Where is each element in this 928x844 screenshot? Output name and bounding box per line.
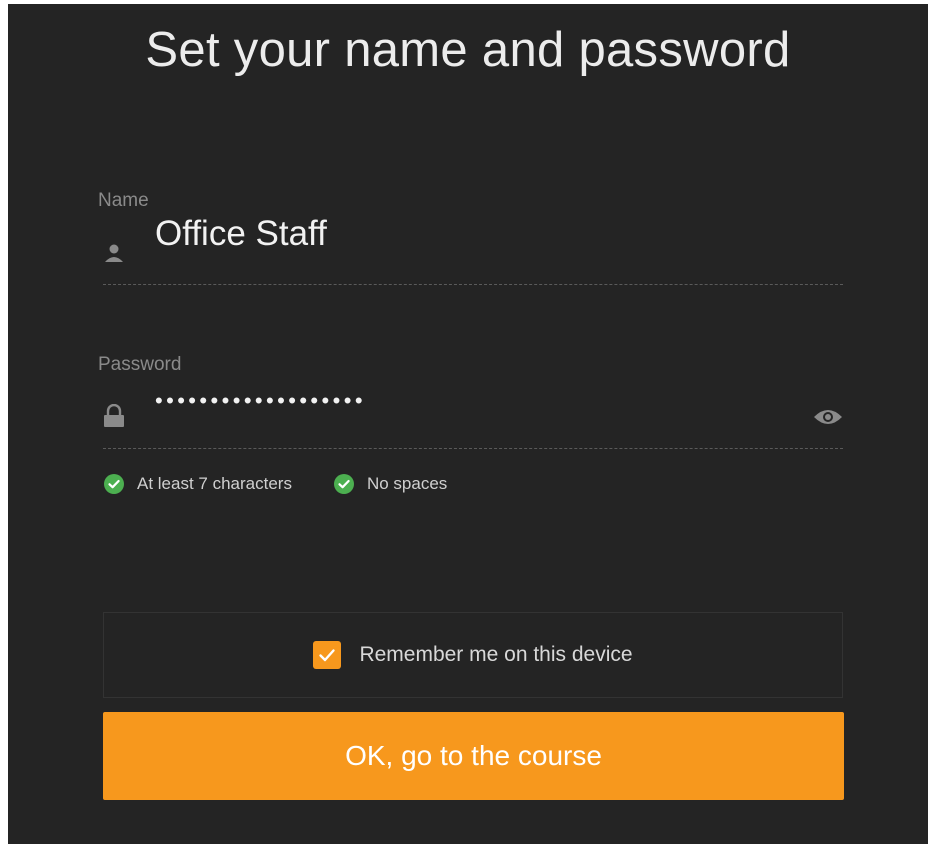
check-circle-icon — [104, 474, 124, 494]
page-title: Set your name and password — [145, 23, 791, 77]
check-circle-icon — [333, 474, 354, 494]
login-panel: Set your name and password Name Office S… — [8, 4, 928, 844]
rule-min-length: At least 7 characters — [104, 474, 292, 494]
password-rules: At least 7 characters No spaces — [104, 474, 447, 494]
person-icon — [103, 242, 125, 264]
password-label: Password — [98, 354, 182, 375]
lock-icon — [103, 403, 125, 427]
name-field[interactable]: Office Staff — [103, 214, 843, 285]
eye-icon[interactable] — [813, 406, 843, 428]
rule-label: No spaces — [366, 474, 448, 493]
ok-go-to-course-button[interactable]: OK, go to the course — [103, 712, 844, 800]
password-field[interactable]: ••••••••••••••••••• — [103, 388, 843, 449]
name-input[interactable]: Office Staff — [155, 214, 327, 254]
remember-me-label[interactable]: Remember me on this device — [359, 643, 632, 667]
remember-me-checkbox[interactable] — [313, 641, 342, 669]
password-input[interactable]: ••••••••••••••••••• — [155, 388, 366, 414]
remember-me-container[interactable]: Remember me on this device — [103, 612, 843, 698]
rule-label: At least 7 characters — [137, 474, 292, 493]
rule-no-spaces: No spaces — [333, 474, 448, 494]
checkmark-icon — [319, 649, 336, 662]
name-label: Name — [98, 190, 149, 211]
